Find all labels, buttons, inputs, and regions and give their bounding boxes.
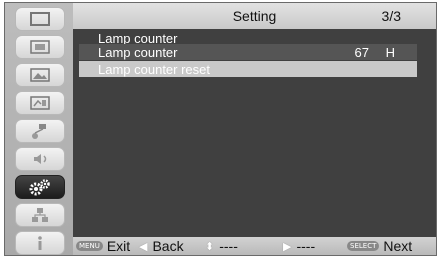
next-label: Next [383,238,413,254]
right-label: ---- [296,238,316,254]
sidebar-item-setting[interactable] [15,175,65,199]
menu-sidebar [5,3,73,255]
sidebar-item-sound[interactable] [15,147,65,171]
sidebar-item-information[interactable] [15,231,65,255]
page-indicator: 3/3 [381,8,401,24]
back-guide[interactable]: ◀ Back [139,238,184,254]
screen-icon [32,124,46,139]
projector-menu-screen: Setting 3/3 Lamp counter Lamp counter 67… [4,2,437,256]
setting-panel: Setting 3/3 Lamp counter Lamp counter 67… [73,3,436,237]
right-arrow-icon: ▶ [283,240,292,253]
back-label: Back [152,238,184,254]
exit-label: Exit [106,238,131,254]
information-icon [38,236,42,250]
monitor-icon [30,12,50,26]
network-icon [32,208,48,222]
image-adjust-icon [30,96,50,110]
sound-icon [34,154,47,164]
left-arrow-icon: ◀ [139,240,148,253]
next-guide[interactable]: SELECT Next [347,238,412,254]
lamp-counter-reset-label: Lamp counter reset [98,62,211,77]
sidebar-item-image-adjust[interactable] [15,91,65,115]
lamp-counter-value: 67 [354,45,369,60]
image-select-icon [30,68,50,82]
menu-button-icon: MENU [76,241,103,251]
setting-gears-icon [29,179,50,196]
pc-adjust-icon [30,40,50,54]
sidebar-item-image-select[interactable] [15,63,65,87]
exit-guide[interactable]: MENU Exit [76,238,130,254]
lamp-counter-row: Lamp counter 67 H [79,44,417,60]
up-down-arrow-icon: ⬍ [205,240,215,253]
right-guide: ▶ ---- [283,238,315,254]
select-button-icon: SELECT [347,241,380,251]
lamp-counter-reset-item[interactable]: Lamp counter reset [79,61,417,77]
menu-header: Setting 3/3 [73,3,436,29]
sidebar-item-network[interactable] [15,203,65,227]
updown-label: ---- [219,238,238,254]
sidebar-item-pc-adjust[interactable] [15,35,65,59]
updown-guide: ⬍ ---- [205,238,238,254]
sidebar-item-display[interactable] [15,7,65,31]
lamp-counter-unit: H [385,45,395,60]
sidebar-item-screen[interactable] [15,119,65,143]
button-guide-bar: MENU Exit ◀ Back ⬍ ---- ▶ ---- SELECT Ne… [73,237,436,255]
menu-content: Lamp counter Lamp counter 67 H Lamp coun… [73,29,436,237]
lamp-counter-label: Lamp counter [98,45,178,60]
